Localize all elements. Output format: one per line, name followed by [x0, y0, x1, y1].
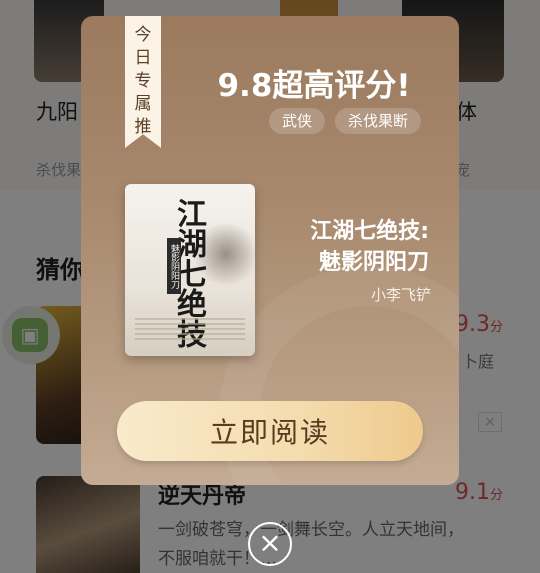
- book-cover-image[interactable]: 江湖七绝技 魅影阴阳刀: [125, 184, 255, 356]
- tag-chip: 武侠: [269, 108, 326, 134]
- author-name: 小李飞铲: [370, 286, 431, 304]
- ribbon-char: 推: [134, 117, 152, 137]
- cover-subtitle: 魅影阴阳刀: [167, 238, 181, 294]
- tag-list: 武侠 杀伐果断: [269, 108, 422, 134]
- tag-chip: 杀伐果断: [335, 108, 422, 134]
- rating-headline: 9.8超高评分!: [217, 68, 411, 104]
- ribbon-char: 日: [134, 48, 152, 68]
- book-name-line: 江湖七绝技:: [310, 219, 429, 244]
- today-recommend-ribbon: 今 日 专 属 推 荐: [125, 16, 161, 148]
- ribbon-char: 荐: [134, 140, 152, 160]
- cover-blurb-lines: [135, 318, 245, 340]
- book-name-line: 魅影阴阳刀: [318, 250, 429, 275]
- read-now-button[interactable]: 立即阅读: [117, 401, 423, 461]
- recommendation-modal: 今 日 专 属 推 荐 9.8超高评分! 武侠 杀伐果断 江湖七绝技 魅影阴阳刀…: [81, 16, 459, 485]
- book-name: 江湖七绝技: 魅影阴阳刀: [249, 216, 429, 278]
- close-icon[interactable]: ×: [248, 522, 292, 566]
- ribbon-char: 属: [134, 94, 152, 114]
- ribbon-char: 专: [134, 71, 152, 91]
- ribbon-char: 今: [134, 25, 152, 45]
